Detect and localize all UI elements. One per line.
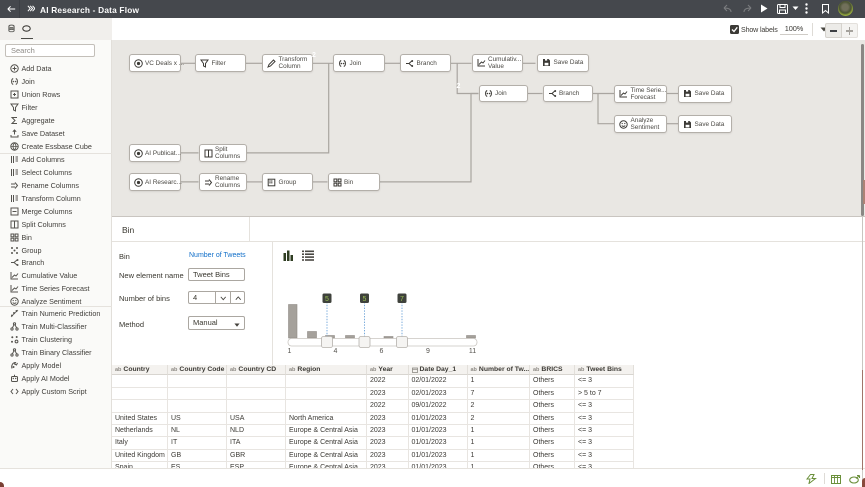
- svg-text:9: 9: [426, 348, 430, 355]
- svg-text:1: 1: [288, 348, 292, 355]
- svg-text:11: 11: [469, 348, 476, 355]
- svg-text:7: 7: [400, 295, 404, 302]
- svg-text:4: 4: [334, 348, 338, 355]
- svg-text:5: 5: [363, 295, 367, 302]
- svg-text:6: 6: [380, 348, 384, 355]
- svg-text:5: 5: [325, 295, 329, 302]
